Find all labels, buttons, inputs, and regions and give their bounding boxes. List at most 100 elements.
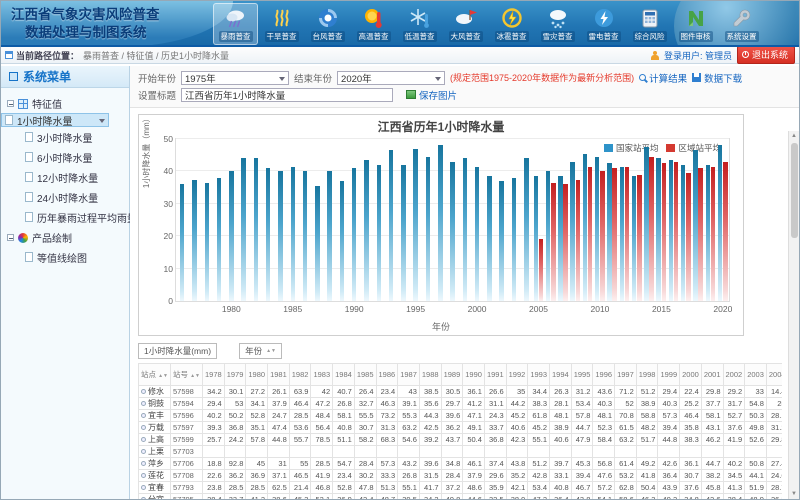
table-row-修水[interactable]: 修水5759834.230.127.226.163.94240.726.423.… — [139, 386, 783, 398]
toolbar-item-risk[interactable]: 综合风险 — [627, 3, 672, 45]
end-year-select[interactable]: 2020年 — [337, 71, 445, 85]
data-cell — [333, 446, 355, 458]
data-cell: 28.4 — [203, 494, 225, 500]
bar-regional-2020 — [723, 162, 728, 301]
data-cell: 39.4 — [658, 422, 680, 434]
data-cell: 30.7 — [354, 422, 376, 434]
data-cell: 25 — [766, 398, 782, 410]
data-cell: 31 — [268, 458, 290, 470]
toolbar-item-lightning[interactable]: 雷电普查 — [581, 3, 626, 45]
v-scroll-thumb[interactable] — [791, 143, 798, 238]
tree-item-6小时降水量[interactable]: 6小时降水量 — [1, 147, 129, 167]
start-year-label: 开始年份 — [138, 71, 176, 85]
table-row-萍乡[interactable]: 萍乡5770618.892.845315528.554.728.457.343.… — [139, 458, 783, 470]
data-cell: 58.1 — [701, 410, 723, 422]
column-header-站号[interactable]: 站号 ▲▼ — [171, 364, 203, 386]
data-cell: 58.8 — [636, 410, 658, 422]
tree-item-12小时降水量[interactable]: 12小时降水量 — [1, 167, 129, 187]
tree-item-3小时降水量[interactable]: 3小时降水量 — [1, 127, 129, 147]
bar-regional-2019 — [711, 167, 716, 301]
legend-label: 区域站平均 — [678, 142, 721, 154]
data-cell: 61.8 — [528, 410, 550, 422]
data-cell: 38.4 — [723, 494, 745, 500]
table-row-上高[interactable]: 上高5759925.724.257.844.855.778.551.158.26… — [139, 434, 783, 446]
toolbar-item-settings[interactable]: 系统设置 — [719, 3, 764, 45]
toolbar-item-drought[interactable]: 干旱普查 — [259, 3, 304, 45]
data-cell: 43.1 — [701, 422, 723, 434]
data-cell: 63.2 — [398, 422, 420, 434]
tree-item-等值线绘图[interactable]: 等值线绘图 — [1, 247, 129, 267]
calc-button[interactable]: 计算结果 — [639, 71, 687, 85]
data-cell: 52.1 — [311, 494, 333, 500]
download-button-label: 数据下载 — [704, 71, 742, 85]
data-cell: 55.1 — [398, 482, 420, 494]
tree-item-label: 24小时降水量 — [37, 190, 98, 205]
review-icon — [684, 6, 708, 30]
search-icon — [639, 74, 646, 81]
login-user-label: 登录用户: 管理员 — [664, 49, 732, 62]
toolbar-item-review[interactable]: 图件审核 — [673, 3, 718, 45]
tree-toggle-icon[interactable] — [7, 234, 14, 241]
table-row-宜春[interactable]: 宜春5779323.828.528.562.521.446.852.847.85… — [139, 482, 783, 494]
toolbar-item-hail[interactable]: 冰雹普查 — [489, 3, 534, 45]
toolbar-item-snow[interactable]: 雪灾普查 — [535, 3, 580, 45]
logout-button[interactable]: 退出系统 — [737, 46, 795, 64]
data-cell: 33.3 — [376, 470, 398, 482]
toolbar-item-lowtemp[interactable]: 低温普查 — [397, 3, 442, 45]
chart-x-axis-label: 年份 — [432, 320, 450, 333]
scroll-down-arrow[interactable]: ▼ — [789, 489, 799, 499]
data-cell: 29.4 — [203, 398, 225, 410]
start-year-select[interactable]: 1975年 — [181, 71, 289, 85]
x-tick-label: 2015 — [652, 304, 671, 314]
data-cell: 26.3 — [766, 494, 782, 500]
data-cell: 73.2 — [376, 410, 398, 422]
data-cell: 52.8 — [333, 482, 355, 494]
column-field-box[interactable]: 年份 ▲▼ — [239, 343, 282, 359]
data-cell: 47.8 — [354, 482, 376, 494]
station-name: 铜鼓 — [139, 398, 171, 410]
table-row-分宜[interactable]: 分宜5779528.433.741.238.645.352.136.942.44… — [139, 494, 783, 500]
table-row-万载[interactable]: 万载5759739.336.835.147.453.656.440.830.73… — [139, 422, 783, 434]
data-cell — [680, 446, 702, 458]
tree-item-历年暴雨过程平均雨量[interactable]: 历年暴雨过程平均雨量 — [1, 207, 129, 227]
vertical-scrollbar[interactable]: ▲ ▼ — [788, 131, 799, 499]
data-cell: 40.6 — [550, 434, 572, 446]
data-cell: 56.8 — [593, 458, 615, 470]
chart-plot-area: 国家站平均区域站平均 01020304050198019851990199520… — [175, 138, 730, 302]
gale-icon — [454, 6, 478, 30]
column-header-站点[interactable]: 站点 ▲▼ — [139, 364, 171, 386]
value-field-box[interactable]: 1小时降水量(mm) — [138, 343, 217, 359]
chart-title-input[interactable]: 江西省历年1小时降水量 — [181, 88, 393, 102]
table-row-宜丰[interactable]: 宜丰5759640.250.252.824.728.548.458.155.57… — [139, 410, 783, 422]
year-column-1994: 1994 — [550, 364, 572, 386]
toolbar-item-rainstorm[interactable]: 暴雨普查 — [213, 3, 258, 45]
table-row-莲花[interactable]: 莲花5770822.636.236.937.146.541.923.430.23… — [139, 470, 783, 482]
bar-national-2002 — [499, 181, 504, 301]
app-title-line1: 江西省气象灾害风险普查 — [11, 6, 160, 24]
bar-national-2010 — [595, 157, 600, 301]
table-row-铜鼓[interactable]: 铜鼓5759429.45334.137.946.447.226.832.746.… — [139, 398, 783, 410]
bar-regional-2011 — [612, 168, 617, 301]
data-cell: 46.4 — [680, 410, 702, 422]
tree-item-24小时降水量[interactable]: 24小时降水量 — [1, 187, 129, 207]
legend-swatch — [666, 144, 675, 152]
toolbar-item-hightemp[interactable]: 高温普查 — [351, 3, 396, 45]
data-cell — [354, 446, 376, 458]
save-image-button[interactable]: 保存图片 — [406, 88, 457, 102]
data-cell: 28.5 — [289, 410, 311, 422]
table-row-上栗[interactable]: 上栗57703 — [139, 446, 783, 458]
sort-icon: ▲▼ — [266, 350, 276, 353]
data-cell: 52.8 — [246, 410, 268, 422]
tree-toggle-icon[interactable] — [7, 100, 14, 107]
toolbar-item-gale[interactable]: 大风普查 — [443, 3, 488, 45]
data-cell: 38.3 — [528, 398, 550, 410]
scroll-up-arrow[interactable]: ▲ — [789, 131, 799, 141]
tree-item-1小时降水量[interactable]: 1小时降水量 — [1, 113, 109, 127]
tree-group-特征值[interactable]: 特征值 — [1, 93, 129, 113]
data-cell: 43 — [398, 386, 420, 398]
download-button[interactable]: 数据下载 — [692, 71, 742, 85]
data-cell: 30.1 — [224, 386, 246, 398]
data-cell: 52.3 — [593, 422, 615, 434]
toolbar-item-typhoon[interactable]: 台风普查 — [305, 3, 350, 45]
tree-group-产品绘制[interactable]: 产品绘制 — [1, 227, 129, 247]
